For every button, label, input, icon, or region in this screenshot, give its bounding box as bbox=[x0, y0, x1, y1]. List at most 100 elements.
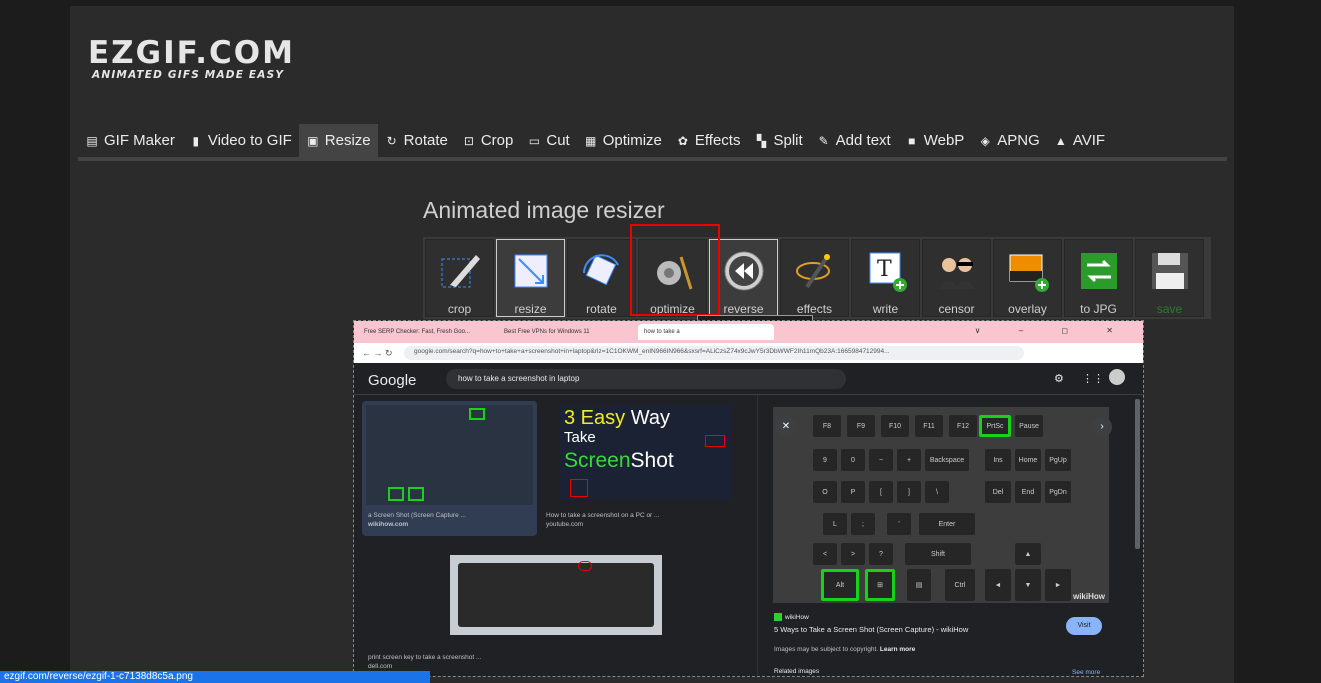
tool-effects[interactable]: effects bbox=[780, 239, 849, 317]
keyboard-key: Shift bbox=[905, 543, 971, 565]
page-title: Animated image resizer bbox=[423, 197, 665, 223]
nav-label: AVIF bbox=[1072, 132, 1106, 149]
nav-label: APNG bbox=[997, 132, 1040, 149]
image-preview: Free SERP Checker: Fast, Fresh Goo... Be… bbox=[353, 320, 1144, 677]
logo-tagline: ANIMATED GIFS MADE EASY bbox=[92, 69, 285, 81]
nav-arrows-icon[interactable]: ← → ↻ bbox=[362, 348, 393, 359]
keyboard-key: ' bbox=[887, 513, 911, 535]
result-title[interactable]: a Screen Shot (Screen Capture ... bbox=[368, 511, 466, 520]
google-logo[interactable]: Google bbox=[368, 372, 416, 389]
tool-overlay[interactable]: overlay bbox=[993, 239, 1062, 317]
tool-label: overlay bbox=[1008, 302, 1047, 316]
browser-tab[interactable]: Free SERP Checker: Fast, Fresh Goo... bbox=[358, 324, 494, 340]
keyboard-key: End bbox=[1015, 481, 1041, 503]
nav-rotate[interactable]: ↻ Rotate bbox=[378, 124, 455, 157]
webp-icon: ■ bbox=[908, 133, 916, 148]
nav-crop[interactable]: ⊡ Crop bbox=[455, 124, 521, 157]
keyboard-key: ? bbox=[869, 543, 893, 565]
result-source: youtube.com bbox=[546, 521, 584, 528]
logo-main-text: EZGIF.COM bbox=[88, 35, 295, 71]
nav-video-to-gif[interactable]: ▮ Video to GIF bbox=[182, 124, 299, 157]
settings-icon[interactable]: ⚙ bbox=[1054, 372, 1064, 385]
optimize-tool-icon bbox=[649, 247, 697, 294]
keyboard-key: F8 bbox=[813, 415, 841, 437]
copyright-note: Images may be subject to copyright. bbox=[774, 646, 879, 653]
optimize-icon: ▦ bbox=[585, 133, 597, 148]
nav-label: WebP bbox=[923, 132, 965, 149]
scrollbar[interactable] bbox=[1135, 399, 1140, 549]
tool-label: optimize bbox=[650, 302, 695, 316]
tool-crop[interactable]: crop bbox=[425, 239, 494, 317]
nav-label: Resize bbox=[324, 132, 371, 149]
keyboard-key: + bbox=[897, 449, 921, 471]
tool-label: rotate bbox=[586, 302, 617, 316]
result-title[interactable]: print screen key to take a screenshot ..… bbox=[368, 653, 481, 662]
side-title[interactable]: 5 Ways to Take a Screen Shot (Screen Cap… bbox=[774, 625, 968, 634]
learn-more-link[interactable]: Learn more bbox=[880, 646, 915, 653]
apps-icon[interactable]: ⋮⋮ bbox=[1082, 372, 1104, 385]
next-arrow-icon[interactable]: › bbox=[1092, 417, 1112, 437]
status-bar-url: ezgif.com/reverse/ezgif-1-c7138d8c5a.png bbox=[0, 671, 430, 683]
browser-tab[interactable]: Best Free VPNs for Windows 11 bbox=[498, 324, 634, 340]
keyboard-key: F12 bbox=[949, 415, 977, 437]
nav-effects[interactable]: ✿ Effects bbox=[669, 124, 748, 157]
tool-resize[interactable]: resize bbox=[496, 239, 565, 317]
nav-add-text[interactable]: ✎ Add text bbox=[810, 124, 898, 157]
nav-gif-maker[interactable]: ▤ GIF Maker bbox=[78, 124, 182, 157]
keyboard-key: Ins bbox=[985, 449, 1011, 471]
reverse-tool-icon bbox=[720, 247, 768, 294]
result-source: wikihow.com bbox=[368, 521, 409, 528]
url-field[interactable]: google.com/search?q=how+to+take+a+screen… bbox=[404, 346, 1024, 360]
nav-webp[interactable]: ■ WebP bbox=[898, 124, 972, 157]
image-side-panel: wikiHow F8 F9 F10 F11 F12 PrtSc Pause 9 0− + Backs… bbox=[757, 395, 1132, 676]
related-images-heading: Related images bbox=[774, 668, 820, 675]
keyboard-key: PgUp bbox=[1045, 449, 1071, 471]
apng-icon: ◈ bbox=[980, 133, 990, 148]
window-controls[interactable]: ∨ – ◻ ✕ bbox=[975, 326, 1131, 335]
google-search-input[interactable]: how to take a screenshot in laptop bbox=[446, 369, 846, 389]
tool-optimize[interactable]: optimize bbox=[638, 239, 707, 317]
nav-label: Add text bbox=[835, 132, 891, 149]
ezgif-logo[interactable]: EZGIF.COM ANIMATED GIFS MADE EASY bbox=[88, 35, 295, 82]
keyboard-key: Home bbox=[1015, 449, 1041, 471]
save-tool-icon bbox=[1146, 247, 1194, 294]
nav-apng[interactable]: ◈ APNG bbox=[971, 124, 1047, 157]
tool-label: write bbox=[872, 302, 899, 316]
tool-censor[interactable]: censor bbox=[922, 239, 991, 317]
keyboard-key: O bbox=[813, 481, 837, 503]
result-thumb-video[interactable]: 3 Easy Way Take ScreenShot bbox=[560, 405, 732, 500]
side-source: wikiHow bbox=[785, 614, 809, 621]
thumb-text: Screen bbox=[564, 449, 631, 472]
tool-label: resize bbox=[514, 302, 547, 316]
rotate-icon: ↻ bbox=[386, 133, 397, 148]
nav-resize[interactable]: ▣ Resize bbox=[298, 124, 378, 157]
result-thumb-keyboard[interactable] bbox=[366, 405, 533, 505]
svg-text:T: T bbox=[877, 257, 892, 282]
browser-tab-active[interactable]: how to take a bbox=[638, 324, 774, 340]
tool-rotate[interactable]: rotate bbox=[567, 239, 636, 317]
effects-icon: ✿ bbox=[677, 133, 688, 148]
nav-optimize[interactable]: ▦ Optimize bbox=[577, 124, 669, 157]
tool-save[interactable]: save bbox=[1135, 239, 1204, 317]
avatar[interactable] bbox=[1109, 369, 1125, 385]
crop-icon: ⊡ bbox=[463, 133, 474, 148]
keyboard-key: 0 bbox=[841, 449, 865, 471]
main-nav: ▤ GIF Maker ▮ Video to GIF ▣ Resize ↻ Rotate ⊡ Cr… bbox=[78, 124, 1227, 161]
visit-button[interactable]: Visit bbox=[1066, 617, 1102, 635]
nav-avif[interactable]: ▲ AVIF bbox=[1047, 124, 1112, 157]
close-icon[interactable]: ✕ bbox=[776, 417, 796, 437]
tool-write[interactable]: Twrite bbox=[851, 239, 920, 317]
keyboard-image[interactable]: wikiHow F8 F9 F10 F11 F12 PrtSc Pause 9 0− + Backs… bbox=[773, 407, 1109, 603]
result-thumb-dell-keyboard[interactable] bbox=[450, 555, 662, 635]
video-icon: ▮ bbox=[192, 133, 200, 148]
tool-to-jpg[interactable]: to JPG bbox=[1064, 239, 1133, 317]
keyboard-key: P bbox=[841, 481, 865, 503]
nav-split[interactable]: ▚ Split bbox=[747, 124, 809, 157]
tool-label: to JPG bbox=[1080, 302, 1117, 316]
tool-reverse[interactable]: reverse bbox=[709, 239, 778, 317]
nav-cut[interactable]: ▭ Cut bbox=[520, 124, 576, 157]
see-more-link[interactable]: See more bbox=[1072, 668, 1100, 676]
result-title[interactable]: How to take a screenshot on a PC or ... bbox=[546, 511, 659, 520]
thumb-highlight-key bbox=[408, 487, 424, 501]
thumb-text: 3 Easy bbox=[564, 407, 626, 429]
